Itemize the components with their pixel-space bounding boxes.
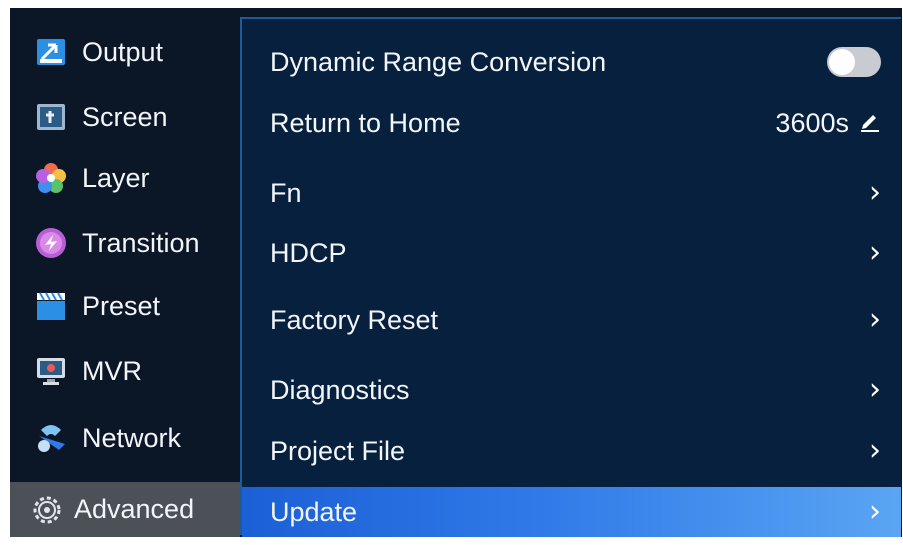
dynamic-range-label: Dynamic Range Conversion [270, 46, 607, 77]
sidebar-item-label: Screen [82, 101, 168, 132]
mvr-icon [34, 354, 68, 388]
transition-icon [34, 226, 68, 260]
screen-icon [34, 100, 68, 134]
update-row[interactable]: Update › [242, 487, 901, 537]
chevron-right-icon: › [869, 433, 881, 468]
settings-panel: Dynamic Range Conversion Return to Home … [240, 17, 901, 537]
return-home-row[interactable]: Return to Home 3600s [242, 94, 901, 152]
fn-label: Fn [270, 177, 302, 208]
return-home-value: 3600s [775, 107, 849, 138]
project-file-label: Project File [270, 435, 406, 466]
fn-row[interactable]: Fn › [242, 164, 901, 222]
sidebar-item-label: Network [82, 422, 182, 453]
sidebar-item-label: Transition [82, 227, 200, 258]
sidebar-item-label: Preset [82, 290, 161, 321]
sidebar-item-network[interactable]: Network [10, 408, 240, 468]
hdcp-row[interactable]: HDCP › [242, 224, 901, 282]
project-file-row[interactable]: Project File › [242, 422, 901, 480]
output-icon [34, 35, 68, 69]
update-label: Update [270, 496, 358, 527]
sidebar-item-label: MVR [82, 355, 142, 386]
hdcp-label: HDCP [270, 237, 347, 268]
sidebar-item-screen[interactable]: Screen [10, 87, 240, 147]
chevron-right-icon: › [869, 175, 881, 210]
dynamic-range-row[interactable]: Dynamic Range Conversion [242, 33, 901, 91]
diagnostics-row[interactable]: Diagnostics › [242, 361, 901, 419]
sidebar-item-output[interactable]: Output [10, 22, 240, 82]
return-home-label: Return to Home [270, 107, 461, 138]
sidebar-item-label: Layer [82, 162, 150, 193]
layer-icon [34, 161, 68, 195]
sidebar-item-layer[interactable]: Layer [10, 148, 240, 208]
edit-icon[interactable] [859, 108, 881, 139]
toggle-knob [829, 49, 855, 75]
sidebar-item-label: Advanced [74, 494, 195, 524]
settings-window: Output Screen Layer Transition Preset MV… [10, 8, 902, 537]
sidebar-item-advanced[interactable]: Advanced [10, 482, 240, 537]
sidebar-item-mvr[interactable]: MVR [10, 341, 240, 401]
chevron-right-icon: › [869, 302, 881, 337]
network-icon [34, 421, 68, 455]
chevron-right-icon: › [869, 372, 881, 407]
sidebar-item-transition[interactable]: Transition [10, 213, 240, 273]
dynamic-range-toggle[interactable] [827, 47, 881, 77]
chevron-right-icon: › [869, 494, 881, 529]
factory-reset-label: Factory Reset [270, 304, 439, 335]
sidebar: Output Screen Layer Transition Preset MV… [10, 8, 240, 537]
factory-reset-row[interactable]: Factory Reset › [242, 291, 901, 349]
gear-icon [30, 493, 64, 527]
chevron-right-icon: › [869, 235, 881, 270]
sidebar-item-preset[interactable]: Preset [10, 276, 240, 336]
sidebar-item-label: Output [82, 36, 164, 67]
return-home-value-group: 3600s [775, 108, 881, 139]
preset-icon [34, 289, 68, 323]
diagnostics-label: Diagnostics [270, 374, 410, 405]
